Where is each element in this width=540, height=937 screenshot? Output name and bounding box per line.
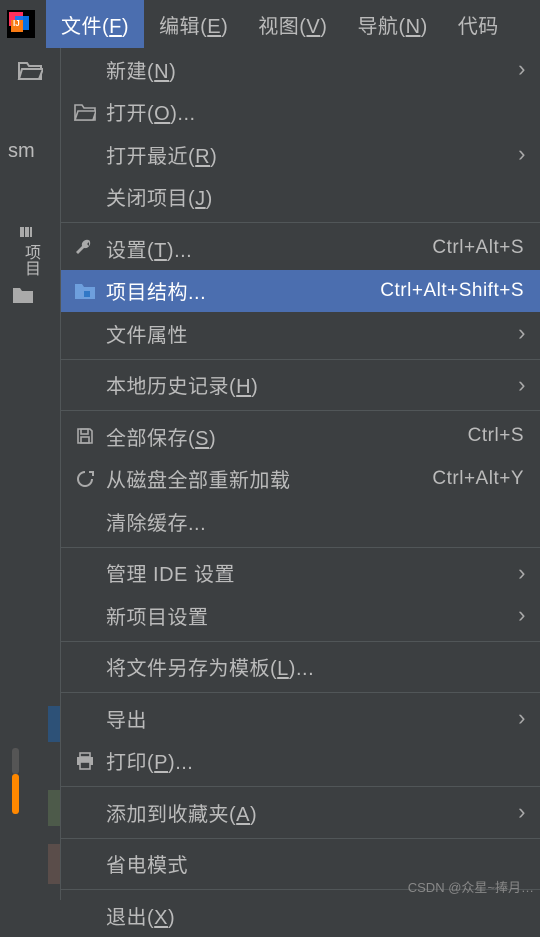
menu-view[interactable]: 视图(V): [243, 0, 342, 48]
open-folder-icon[interactable]: [0, 48, 60, 92]
separator: [61, 838, 540, 839]
print-icon: [73, 752, 97, 770]
chevron-right-icon: ›: [518, 56, 526, 82]
menu-item-save-all[interactable]: 全部保存(S) Ctrl+S: [61, 415, 540, 458]
separator: [61, 692, 540, 693]
chevron-right-icon: ›: [518, 141, 526, 167]
menu-item-reload-from-disk[interactable]: 从磁盘全部重新加载 Ctrl+Alt+Y: [61, 458, 540, 501]
separator: [61, 222, 540, 223]
sidebar: sm 项目: [0, 48, 60, 900]
chevron-right-icon: ›: [518, 560, 526, 586]
gutter-marker-blue: [48, 706, 60, 742]
file-menu-dropdown: 新建(N) › 打开(O)... 打开最近(R) › 关闭项目(J) 设置(T)…: [60, 48, 540, 900]
menu-item-open[interactable]: 打开(O)...: [61, 91, 540, 134]
chevron-right-icon: ›: [518, 320, 526, 346]
menu-item-save-as-template[interactable]: 将文件另存为模板(L)...: [61, 646, 540, 689]
app-logo: IJ: [6, 9, 36, 39]
separator: [61, 786, 540, 787]
menu-code[interactable]: 代码: [443, 0, 514, 48]
chevron-right-icon: ›: [518, 602, 526, 628]
project-name-fragment: sm: [8, 140, 35, 163]
reload-icon: [73, 469, 97, 489]
gutter-marker-brown: [48, 844, 60, 884]
menu-item-add-to-favorites[interactable]: 添加到收藏夹(A) ›: [61, 791, 540, 834]
menu-item-open-recent[interactable]: 打开最近(R) ›: [61, 133, 540, 176]
menu-item-invalidate-caches[interactable]: 清除缓存...: [61, 500, 540, 543]
shortcut-text: Ctrl+Alt+Shift+S: [380, 280, 524, 302]
separator: [61, 641, 540, 642]
separator: [61, 359, 540, 360]
menu-item-file-properties[interactable]: 文件属性 ›: [61, 312, 540, 355]
shortcut-text: Ctrl+Alt+Y: [432, 468, 524, 490]
watermark-text: CSDN @众星~捧月…: [408, 877, 534, 896]
shortcut-text: Ctrl+Alt+S: [432, 237, 524, 259]
shortcut-text: Ctrl+S: [468, 425, 524, 447]
menu-item-close-project[interactable]: 关闭项目(J): [61, 176, 540, 219]
menu-item-exit[interactable]: 退出(X): [61, 894, 540, 937]
menu-item-new[interactable]: 新建(N) ›: [61, 48, 540, 91]
project-structure-icon: [73, 282, 97, 300]
menu-edit[interactable]: 编辑(E): [144, 0, 243, 48]
menu-item-project-structure[interactable]: 项目结构... Ctrl+Alt+Shift+S: [61, 270, 540, 313]
scrollbar-thumb[interactable]: [12, 774, 19, 814]
svg-text:IJ: IJ: [13, 19, 20, 28]
menu-item-settings[interactable]: 设置(T)... Ctrl+Alt+S: [61, 227, 540, 270]
separator: [61, 410, 540, 411]
chevron-right-icon: ›: [518, 799, 526, 825]
project-tool-label[interactable]: 项目: [18, 224, 66, 276]
menu-item-local-history[interactable]: 本地历史记录(H) ›: [61, 364, 540, 407]
menu-file[interactable]: 文件(F): [46, 0, 144, 48]
scrollbar-track: [12, 748, 19, 774]
open-icon: [73, 103, 97, 121]
chevron-right-icon: ›: [518, 705, 526, 731]
menu-item-new-project-settings[interactable]: 新项目设置 ›: [61, 594, 540, 637]
save-icon: [73, 427, 97, 445]
chevron-right-icon: ›: [518, 372, 526, 398]
separator: [61, 547, 540, 548]
menu-navigate[interactable]: 导航(N): [342, 0, 442, 48]
menu-item-export[interactable]: 导出 ›: [61, 697, 540, 740]
folder-icon[interactable]: [12, 286, 34, 309]
wrench-icon: [73, 238, 97, 258]
menu-item-manage-ide-settings[interactable]: 管理 IDE 设置 ›: [61, 552, 540, 595]
menu-item-print[interactable]: 打印(P)...: [61, 740, 540, 783]
menubar: IJ 文件(F) 编辑(E) 视图(V) 导航(N) 代码: [0, 0, 540, 48]
gutter-marker-olive: [48, 790, 60, 826]
